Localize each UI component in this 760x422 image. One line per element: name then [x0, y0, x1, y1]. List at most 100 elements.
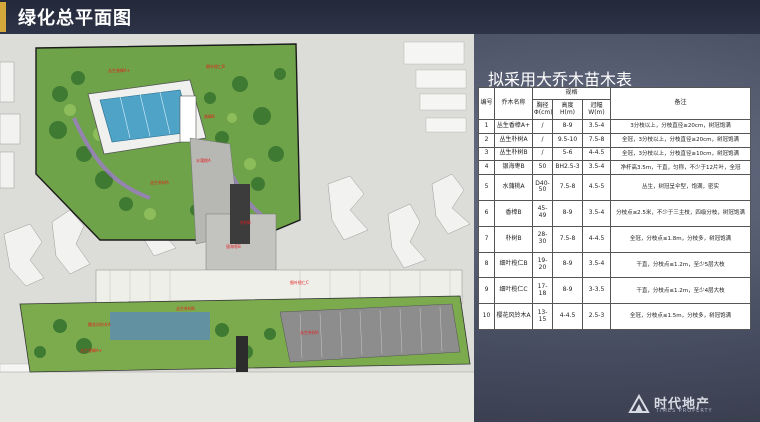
cell-crown: 2.5-3 — [581, 303, 612, 330]
plant-label: 银海枣B — [226, 243, 241, 249]
cell-name: 细叶榄仁C — [494, 277, 533, 305]
cell-no: 10 — [478, 303, 495, 330]
cell-note: 全冠，3分枝以上，分枝直径≥10cm，树冠饱满 — [610, 146, 752, 162]
cell-no: 4 — [478, 160, 495, 176]
cell-name: 朴树B — [494, 225, 533, 253]
cell-note: 全冠，分枝点≤1.8m，分枝多，树冠饱满 — [610, 225, 752, 253]
cell-no: 2 — [478, 132, 495, 148]
header-spec: 规格 — [531, 87, 612, 100]
cell-crown: 7.5-8 — [581, 132, 612, 148]
cell-crown: 3.5-4 — [581, 119, 612, 134]
header-dbh: 胸径Φ(cm) — [532, 99, 553, 120]
cell-height: BH2.5-3 — [552, 160, 583, 176]
cell-crown: 3.5-4 — [581, 251, 612, 279]
cell-name: 丛生朴树B — [494, 146, 533, 162]
table-row: 5 水蒲桃A D40-50 7.5-8 4.5-5 丛生，树冠呈伞型，饱满，密实 — [478, 174, 752, 201]
cell-dbh: D40-50 — [532, 174, 553, 201]
cell-no: 3 — [478, 146, 495, 162]
cell-note: 全冠，分枝点≤1.5m，分枝多，树冠饱满 — [610, 303, 752, 330]
cell-note: 干直，分枝点≤1.2m，至少4层大枝 — [610, 277, 752, 305]
cell-height: 8-9 — [552, 199, 583, 227]
cell-name: 银海枣B — [494, 160, 533, 176]
cell-no: 5 — [478, 174, 495, 201]
logo-subtitle: TIMES PROPERTY — [656, 408, 713, 414]
cell-dbh: / — [532, 146, 553, 162]
table-row: 3 丛生朴树B/5-6 4-4.5 全冠，3分枝以上，分枝直径≥10cm，树冠饱满 — [478, 146, 752, 162]
header-crown: 冠幅W(m) — [581, 99, 612, 120]
plant-label: 丛生香樟A+ — [80, 347, 102, 353]
cell-height: 8-9 — [552, 119, 583, 134]
cell-note: 净杆高3.5m，干直，匀称，不少于12片叶，全冠 — [610, 160, 752, 176]
cell-height: 8-9 — [552, 251, 583, 279]
cell-no: 7 — [478, 225, 495, 253]
cell-height: 5-6 — [552, 146, 583, 162]
plant-label: 香樟B — [204, 113, 215, 119]
plant-label: 丛生朴树A — [300, 329, 319, 335]
cell-name: 樱花风铃木A — [494, 303, 533, 330]
cell-height: 7.5-8 — [552, 225, 583, 253]
cell-height: 9.5-10 — [552, 132, 583, 148]
table-row: 8 细叶榄仁B 19-20 8-9 3.5-4 干直，分枝点≤1.2m，至少5层大枝 — [478, 251, 752, 279]
tree-seedling-table: 编号 乔木名称 规格 备注 胸径Φ(cm) 高度H(m) 冠幅W(m) 1 丛生香… — [478, 87, 752, 330]
cell-crown: 3-3.5 — [581, 277, 612, 305]
cell-name: 香樟B — [494, 199, 533, 227]
cell-crown: 4.5-5 — [581, 174, 612, 201]
cell-dbh: 19-20 — [532, 251, 553, 279]
cell-height: 4-4.5 — [552, 303, 583, 330]
table-body: 1 丛生香樟A+/8-9 3.5-4 3分枝以上，分枝直径≥20cm，树冠饱满 2 丛生朴… — [478, 119, 752, 330]
cell-dbh: 50 — [532, 160, 553, 176]
cell-crown: 3.5-4 — [581, 199, 612, 227]
plant-label: 朴树B — [240, 219, 251, 225]
cell-crown: 4-4.5 — [581, 146, 612, 162]
cell-note: 分枝点≤2.5米，不少于三主枝，四级分枝，树冠饱满 — [610, 199, 752, 227]
table-row: 10 樱花风铃木A 13-15 4-4.5 2.5-3 全冠，分枝点≤1.5m，分枝多，树… — [478, 303, 752, 330]
cell-no: 6 — [478, 199, 495, 227]
cell-no: 1 — [478, 119, 495, 134]
plant-label: 细叶榄仁B — [206, 63, 225, 69]
cell-dbh: 45-49 — [532, 199, 553, 227]
header-note: 备注 — [610, 87, 752, 120]
logo-mark-icon — [628, 394, 650, 413]
table-row: 1 丛生香樟A+/8-9 3.5-4 3分枝以上，分枝直径≥20cm，树冠饱满 — [478, 119, 752, 134]
header-no: 编号 — [478, 87, 495, 120]
cell-name: 丛生香樟A+ — [494, 119, 533, 134]
table-row: 7 朴树B 28-30 7.5-8 4-4.5 全冠，分枝点≤1.8m，分枝多，树冠饱满 — [478, 225, 752, 253]
cell-note: 丛生，树冠呈伞型，饱满，密实 — [610, 174, 752, 201]
header-height: 高度H(m) — [552, 99, 583, 120]
cell-name: 水蒲桃A — [494, 174, 533, 201]
cell-height: 7.5-8 — [552, 174, 583, 201]
cell-dbh: 13-15 — [532, 303, 553, 330]
table-row: 9 细叶榄仁C 17-18 8-9 3-3.5 干直，分枝点≤1.2m，至少4层大枝 — [478, 277, 752, 305]
title-bar: 绿化总平面图 — [0, 0, 760, 34]
cell-height: 8-9 — [552, 277, 583, 305]
landscape-site-plan: 细叶榄仁B 丛生香樟A+ 香樟B 水蒲桃A 丛生朴树A 朴树B 银海枣B 细叶榄… — [0, 34, 474, 422]
page-title: 绿化总平面图 — [18, 8, 132, 29]
table-row: 6 香樟B 45-49 8-9 3.5-4 分枝点≤2.5米，不少于三主枝，四级分枝，树冠… — [478, 199, 752, 227]
plant-label: 丛生朴树B — [176, 305, 195, 311]
plant-label: 丛生香樟A+ — [108, 67, 130, 73]
title-accent-bar — [0, 2, 6, 32]
plant-label: 细叶榄仁C — [290, 279, 309, 285]
tree-table-container: 编号 乔木名称 规格 备注 胸径Φ(cm) 高度H(m) 冠幅W(m) 1 丛生香… — [478, 87, 752, 330]
plant-label: 樱花风铃木A — [88, 321, 111, 327]
cell-no: 8 — [478, 251, 495, 279]
plant-label: 丛生朴树A — [150, 179, 169, 185]
cell-name: 细叶榄仁B — [494, 251, 533, 279]
cell-dbh: 17-18 — [532, 277, 553, 305]
cell-crown: 3.5-4 — [581, 160, 612, 176]
table-row: 4 银海枣B 50 BH2.5-3 3.5-4 净杆高3.5m，干直，匀称，不少于12片叶… — [478, 160, 752, 176]
cell-dbh: / — [532, 132, 553, 148]
cell-dbh: / — [532, 119, 553, 134]
cell-note: 干直，分枝点≤1.2m，至少5层大枝 — [610, 251, 752, 279]
cell-no: 9 — [478, 277, 495, 305]
plant-label: 水蒲桃A — [196, 157, 211, 163]
cell-note: 全冠，3分枝以上，分枝直径≥20cm，树冠饱满 — [610, 132, 752, 148]
table-row: 2 丛生朴树A/9.5-10 7.5-8 全冠，3分枝以上，分枝直径≥20cm，树冠饱… — [478, 132, 752, 148]
header-name: 乔木名称 — [494, 87, 533, 120]
cell-name: 丛生朴树A — [494, 132, 533, 148]
cell-crown: 4-4.5 — [581, 225, 612, 253]
cell-note: 3分枝以上，分枝直径≥20cm，树冠饱满 — [610, 119, 752, 134]
company-logo: 时代地产 TIMES PROPERTY — [628, 392, 748, 416]
site-plan-drawing: 细叶榄仁B 丛生香樟A+ 香樟B 水蒲桃A 丛生朴树A 朴树B 银海枣B 细叶榄… — [0, 34, 474, 422]
cell-dbh: 28-30 — [532, 225, 553, 253]
